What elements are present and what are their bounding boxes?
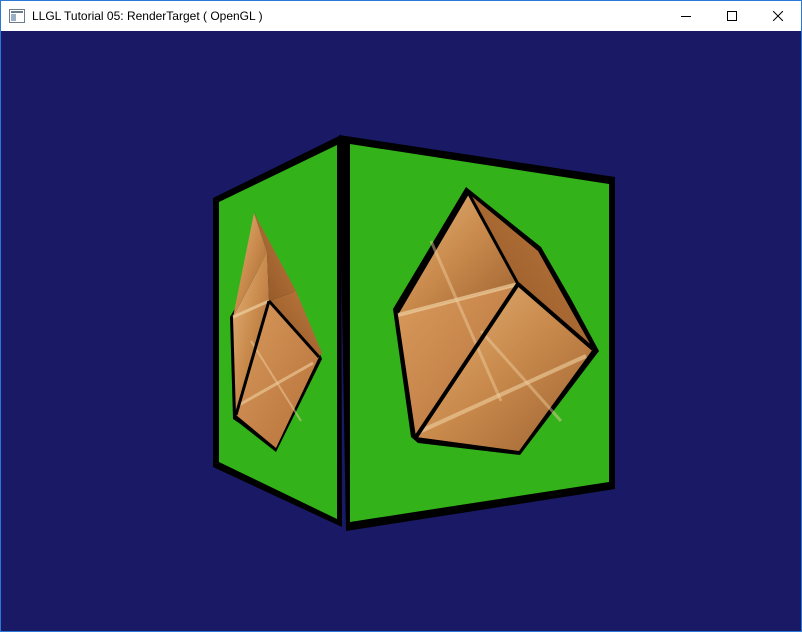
minimize-button[interactable] xyxy=(663,1,709,31)
title-bar[interactable]: LLGL Tutorial 05: RenderTarget ( OpenGL … xyxy=(1,1,801,31)
window-title: LLGL Tutorial 05: RenderTarget ( OpenGL … xyxy=(32,9,263,23)
app-window-icon xyxy=(9,9,25,23)
scene-canvas xyxy=(213,135,615,531)
cube-face-right xyxy=(339,135,615,531)
maximize-button[interactable] xyxy=(709,1,755,31)
app-window: LLGL Tutorial 05: RenderTarget ( OpenGL … xyxy=(0,0,802,632)
window-controls xyxy=(663,1,801,31)
render-viewport[interactable] xyxy=(1,31,801,631)
maximize-icon xyxy=(727,11,737,21)
cube-face-left xyxy=(213,135,342,527)
close-icon xyxy=(773,11,783,21)
close-button[interactable] xyxy=(755,1,801,31)
minimize-icon xyxy=(681,16,691,17)
